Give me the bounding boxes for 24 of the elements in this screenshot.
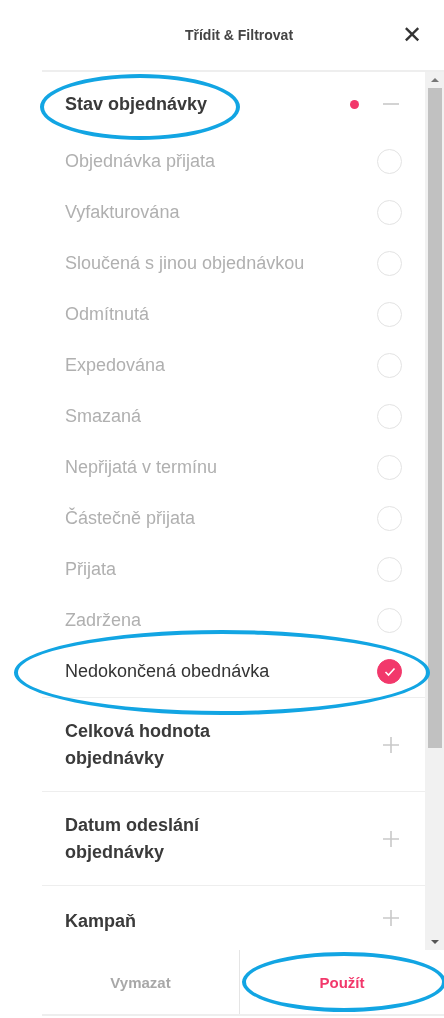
expand-icon[interactable]	[381, 734, 401, 755]
expand-icon[interactable]	[381, 828, 401, 849]
option-label[interactable]: Expedována	[65, 355, 166, 376]
option-label[interactable]: Nepřijatá v termínu	[65, 457, 218, 478]
option-label[interactable]: Objednávka přijata	[65, 151, 216, 172]
apply-button[interactable]: Použít	[240, 950, 444, 1014]
expand-icon[interactable]	[381, 908, 401, 928]
close-button[interactable]: ✕	[402, 20, 422, 50]
option-label[interactable]: Sloučená s jinou objednávkou	[65, 253, 305, 274]
option-label[interactable]: Přijata	[65, 559, 117, 580]
panel-title: Třídit & Filtrovat	[184, 27, 295, 43]
section-title[interactable]: Kampaň	[65, 908, 265, 935]
scrollbar[interactable]	[425, 72, 444, 950]
section-title[interactable]: Datum odeslání objednávky	[65, 811, 265, 866]
option-checkbox[interactable]	[377, 659, 402, 684]
section-title[interactable]: Celková hodnota objednávky	[65, 717, 265, 772]
option-label[interactable]: Zadržena	[65, 610, 142, 631]
option-label[interactable]: Vyfakturována	[65, 202, 180, 223]
option-label[interactable]: Nedokončená obednávka	[65, 661, 270, 682]
option-label[interactable]: Odmítnutá	[65, 304, 150, 325]
section-title[interactable]: Stav objednávky	[65, 90, 265, 118]
check-icon	[383, 666, 396, 677]
option-label[interactable]: Částečně přijata	[65, 508, 196, 529]
option-label[interactable]: Smazaná	[65, 406, 142, 427]
